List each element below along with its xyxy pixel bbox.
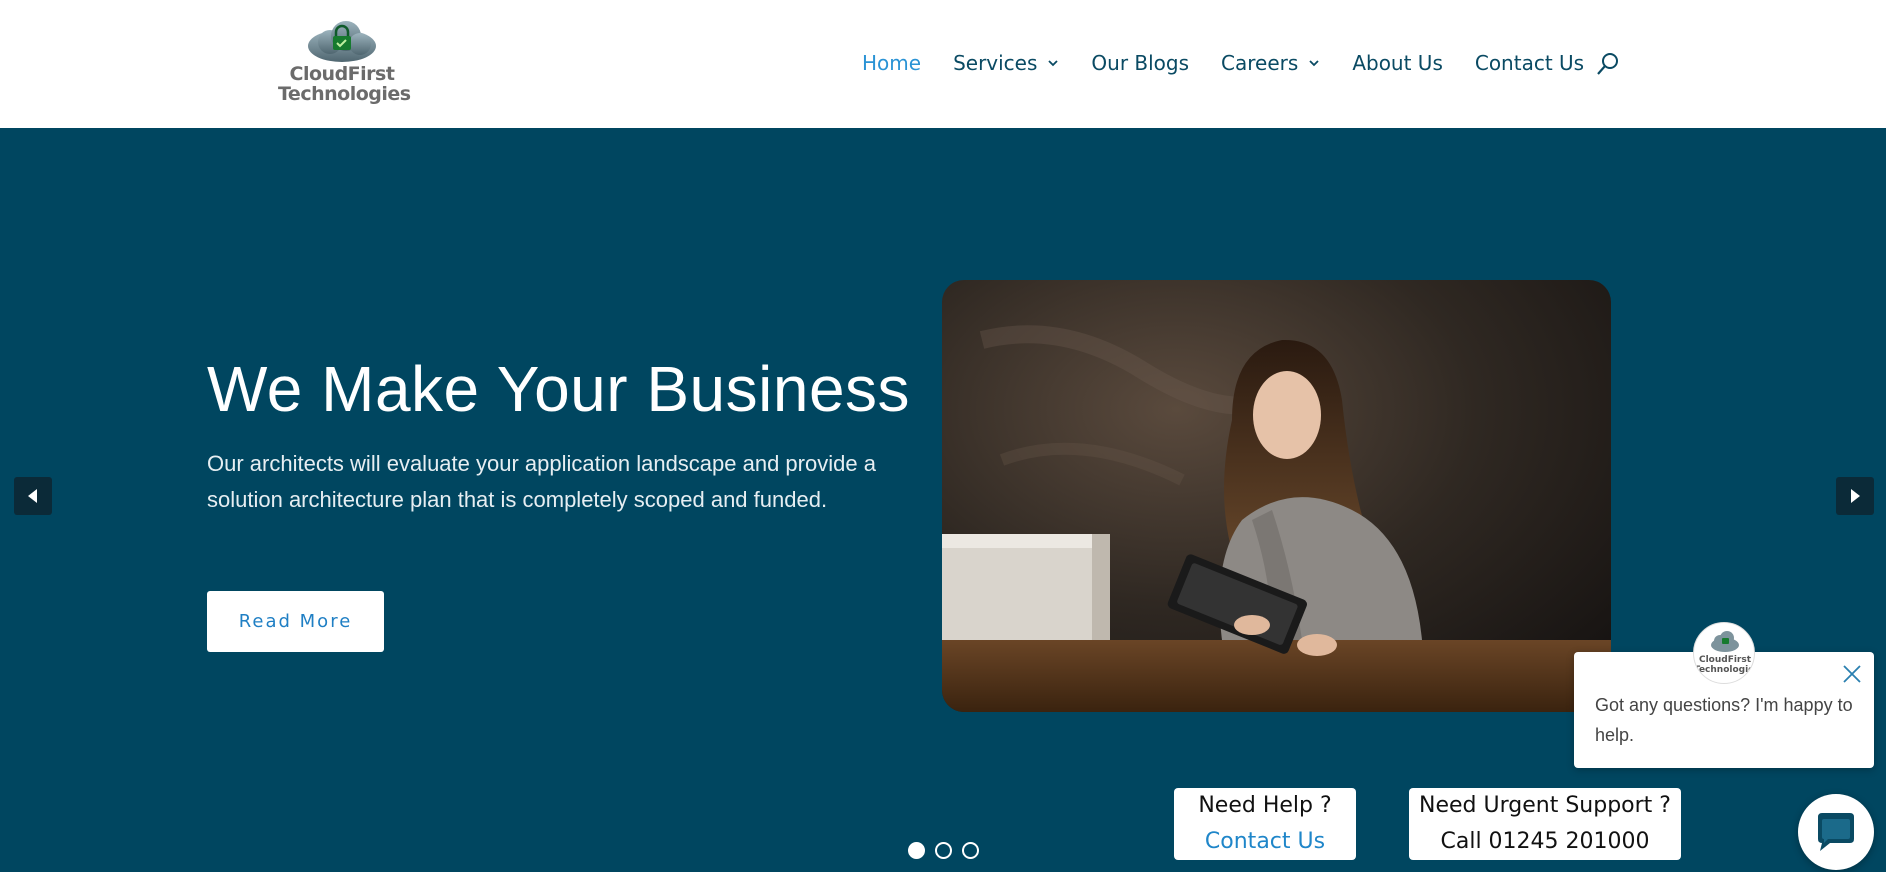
nav-item-contact-us[interactable]: Contact Us: [1475, 51, 1584, 75]
main-nav: Home Services Our Blogs Careers About Us…: [862, 48, 1616, 78]
nav-label-careers: Careers: [1221, 51, 1299, 75]
hero-title: We Make Your Business: [207, 353, 911, 425]
nav-item-careers[interactable]: Careers: [1221, 51, 1320, 75]
logo-line-1: CloudFirst: [289, 63, 395, 85]
chat-avatar-line-1: CloudFirst: [1698, 655, 1752, 665]
chat-message: Got any questions? I'm happy to help.: [1595, 695, 1853, 745]
close-icon[interactable]: [1842, 664, 1862, 684]
logo-line-2: Technologies: [278, 83, 411, 105]
hero-image: [942, 280, 1611, 712]
support-phone[interactable]: Call 01245 201000: [1409, 824, 1681, 860]
nav-label-about-us: About Us: [1352, 51, 1443, 75]
site-header: CloudFirst Technologies Home Services Ou…: [0, 0, 1886, 128]
hero-description: Our architects will evaluate your applic…: [207, 451, 876, 512]
nav-label-our-blogs: Our Blogs: [1091, 51, 1190, 75]
nav-item-about-us[interactable]: About Us: [1352, 51, 1443, 75]
read-more-button[interactable]: Read More: [207, 591, 384, 652]
nav-label-services: Services: [953, 51, 1038, 75]
nav-item-our-blogs[interactable]: Our Blogs: [1091, 51, 1189, 75]
site-logo[interactable]: CloudFirst Technologies: [278, 16, 411, 108]
woman-with-tablet-photo: [942, 280, 1611, 712]
chevron-down-icon: [1048, 60, 1059, 67]
nav-label-home: Home: [862, 51, 922, 75]
chat-avatar: CloudFirst Technologies: [1693, 622, 1755, 684]
chat-launcher-button[interactable]: [1798, 794, 1874, 870]
slider-dot-3[interactable]: [962, 842, 979, 859]
logo-text: CloudFirst Technologies: [278, 63, 411, 105]
chat-bubble-icon: [1818, 813, 1854, 851]
urgent-support-card: Need Urgent Support ? Call 01245 201000: [1409, 788, 1681, 860]
triangle-left-icon: [28, 489, 37, 503]
chat-avatar-line-2: Technologies: [1694, 665, 1755, 675]
contact-us-link[interactable]: Contact Us: [1174, 824, 1356, 860]
slider-dots: [908, 842, 989, 859]
slider-dot-2[interactable]: [935, 842, 952, 859]
nav-label-contact-us: Contact Us: [1474, 51, 1585, 75]
nav-item-services[interactable]: Services: [953, 51, 1059, 75]
chevron-down-icon: [1309, 60, 1319, 67]
slider-prev-button[interactable]: [14, 477, 52, 515]
need-help-title: Need Help ?: [1198, 793, 1332, 818]
slider-next-button[interactable]: [1836, 477, 1874, 515]
nav-item-home[interactable]: Home: [862, 51, 921, 75]
need-help-card: Need Help ? Contact Us: [1174, 788, 1356, 860]
chat-avatar-text: CloudFirst Technologies: [1694, 655, 1755, 675]
search-icon[interactable]: [1596, 52, 1620, 76]
urgent-support-title: Need Urgent Support ?: [1419, 793, 1671, 818]
triangle-right-icon: [1851, 489, 1860, 503]
cloud-lock-icon: [308, 21, 376, 62]
slider-dot-1[interactable]: [908, 842, 925, 859]
